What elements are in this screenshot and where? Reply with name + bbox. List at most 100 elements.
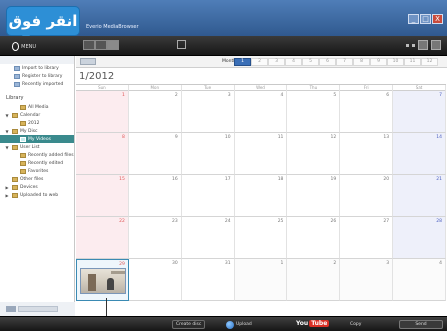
calendar-day-cell[interactable]: 2 [128, 91, 182, 133]
sidebar-tree-item[interactable]: ▶ Uploaded to web [0, 191, 74, 199]
month-tab[interactable]: 11 [404, 58, 421, 66]
month-tab[interactable]: 6 [319, 58, 336, 66]
day-number: 31 [224, 261, 231, 266]
month-tab[interactable]: 2 [251, 58, 268, 66]
send-button[interactable]: Send [399, 320, 443, 329]
sidebar-item-recent[interactable]: Recently imported [0, 80, 74, 88]
monitor-icon[interactable] [177, 40, 186, 49]
sidebar-item-import[interactable]: Import to library [0, 64, 74, 72]
calendar-day-cell[interactable]: 2 [287, 259, 341, 301]
calendar-day-cell[interactable]: 28 [393, 217, 446, 259]
calendar-day-cell[interactable]: 25 [234, 217, 288, 259]
list-view-icon[interactable] [95, 40, 107, 50]
settings-icon[interactable] [431, 40, 441, 50]
calendar-view-icon[interactable] [107, 40, 119, 50]
day-number: 8 [121, 135, 125, 140]
calendar-day-cell[interactable]: 12 [287, 133, 341, 175]
sidebar-tree-label: Devices [20, 184, 38, 190]
folder-icon [20, 136, 26, 142]
month-tab[interactable]: 1 [234, 58, 251, 66]
calendar-day-cell[interactable]: 5 [287, 91, 341, 133]
calendar-day-cell[interactable]: 29 [76, 259, 129, 301]
calendar-day-cell[interactable]: 18 [234, 175, 288, 217]
sidebar-tree-item[interactable]: Recently added files [0, 151, 74, 159]
month-tab[interactable]: 7 [336, 58, 353, 66]
sidebar-tree-item[interactable]: 2012 [0, 119, 74, 127]
calendar-day-cell[interactable]: 3 [181, 91, 235, 133]
info-icon[interactable] [418, 40, 428, 50]
calendar-day-cell[interactable]: 13 [340, 133, 394, 175]
copy-button[interactable]: Copy [350, 320, 361, 329]
calendar-day-cell[interactable]: 1 [76, 91, 129, 133]
calendar-day-cell[interactable]: 4 [234, 91, 288, 133]
month-tab[interactable]: 8 [353, 58, 370, 66]
month-tab[interactable]: 4 [285, 58, 302, 66]
calendar-day-cell[interactable]: 15 [76, 175, 129, 217]
sidebar-item-register[interactable]: Register to library [0, 72, 74, 80]
thumbnail-shelf [111, 271, 125, 274]
calendar-day-cell[interactable]: 10 [181, 133, 235, 175]
calendar-day-cell[interactable]: 20 [340, 175, 394, 217]
back-button[interactable] [80, 58, 96, 65]
calendar-day-cell[interactable]: 23 [128, 217, 182, 259]
calendar-day-cell[interactable]: 9 [128, 133, 182, 175]
calendar-day-cell[interactable]: 4 [393, 259, 446, 301]
expand-arrow-icon[interactable]: ▼ [4, 129, 10, 134]
month-tab[interactable]: 5 [302, 58, 319, 66]
youtube-button[interactable]: You Tube [296, 320, 330, 327]
calendar-day-cell[interactable]: 6 [340, 91, 394, 133]
calendar-day-cell[interactable]: 22 [76, 217, 129, 259]
month-tab[interactable]: 10 [387, 58, 404, 66]
grid-view-icon[interactable] [83, 40, 95, 50]
day-number: 19 [330, 177, 337, 182]
sidebar-tree-item[interactable]: My Videos [0, 135, 74, 143]
month-tab[interactable]: 3 [268, 58, 285, 66]
expand-arrow-icon[interactable]: ▶ [4, 193, 10, 198]
calendar-day-cell[interactable]: 31 [181, 259, 235, 301]
maximize-button[interactable]: □ [420, 14, 431, 24]
calendar-day-cell[interactable]: 16 [128, 175, 182, 217]
month-title: 1/2012 [79, 71, 115, 82]
register-icon [14, 73, 20, 79]
upload-button[interactable]: Upload [226, 320, 252, 329]
sidebar-tree-item[interactable]: Other files [0, 175, 74, 183]
sidebar-tree-item[interactable]: ▼ User List [0, 143, 74, 151]
calendar-day-cell[interactable]: 8 [76, 133, 129, 175]
video-thumbnail[interactable] [80, 268, 126, 294]
calendar-day-cell[interactable]: 14 [393, 133, 446, 175]
minimize-button[interactable]: _ [408, 14, 419, 24]
day-number: 6 [386, 93, 390, 98]
close-button[interactable]: X [432, 14, 443, 24]
day-number: 3 [386, 261, 390, 266]
day-number: 2 [333, 261, 337, 266]
zoom-out-icon[interactable] [6, 306, 16, 312]
sidebar-tree-item[interactable]: ▶ Devices [0, 183, 74, 191]
sidebar-tree-item[interactable]: Favorites [0, 167, 74, 175]
calendar-day-cell[interactable]: 30 [128, 259, 182, 301]
calendar-day-cell[interactable]: 26 [287, 217, 341, 259]
calendar-day-cell[interactable]: 21 [393, 175, 446, 217]
month-tab[interactable]: 9 [370, 58, 387, 66]
day-number: 28 [436, 219, 442, 224]
calendar-day-cell[interactable]: 17 [181, 175, 235, 217]
sidebar-tree-item[interactable]: ▼ Calendar [0, 111, 74, 119]
expand-arrow-icon[interactable]: ▼ [4, 145, 10, 150]
calendar-day-cell[interactable]: 11 [234, 133, 288, 175]
month-tab[interactable]: 12 [421, 58, 438, 66]
globe-icon [226, 320, 234, 329]
calendar-day-cell[interactable]: 27 [340, 217, 394, 259]
day-number: 10 [224, 135, 231, 140]
menu-button[interactable]: MENU [12, 42, 36, 51]
create-disc-button[interactable]: Create disc [172, 320, 206, 329]
calendar-day-cell[interactable]: 3 [340, 259, 394, 301]
sidebar-tree-item[interactable]: Recently edited [0, 159, 74, 167]
calendar-day-cell[interactable]: 1 [234, 259, 288, 301]
calendar-day-cell[interactable]: 24 [181, 217, 235, 259]
expand-arrow-icon[interactable]: ▶ [4, 185, 10, 190]
calendar-day-cell[interactable]: 7 [393, 91, 446, 133]
zoom-slider[interactable] [18, 306, 58, 312]
sidebar-tree-item[interactable]: ▼ My Disc [0, 127, 74, 135]
sidebar-tree-item[interactable]: All Media [0, 103, 74, 111]
calendar-day-cell[interactable]: 19 [287, 175, 341, 217]
expand-arrow-icon[interactable]: ▼ [4, 113, 10, 118]
